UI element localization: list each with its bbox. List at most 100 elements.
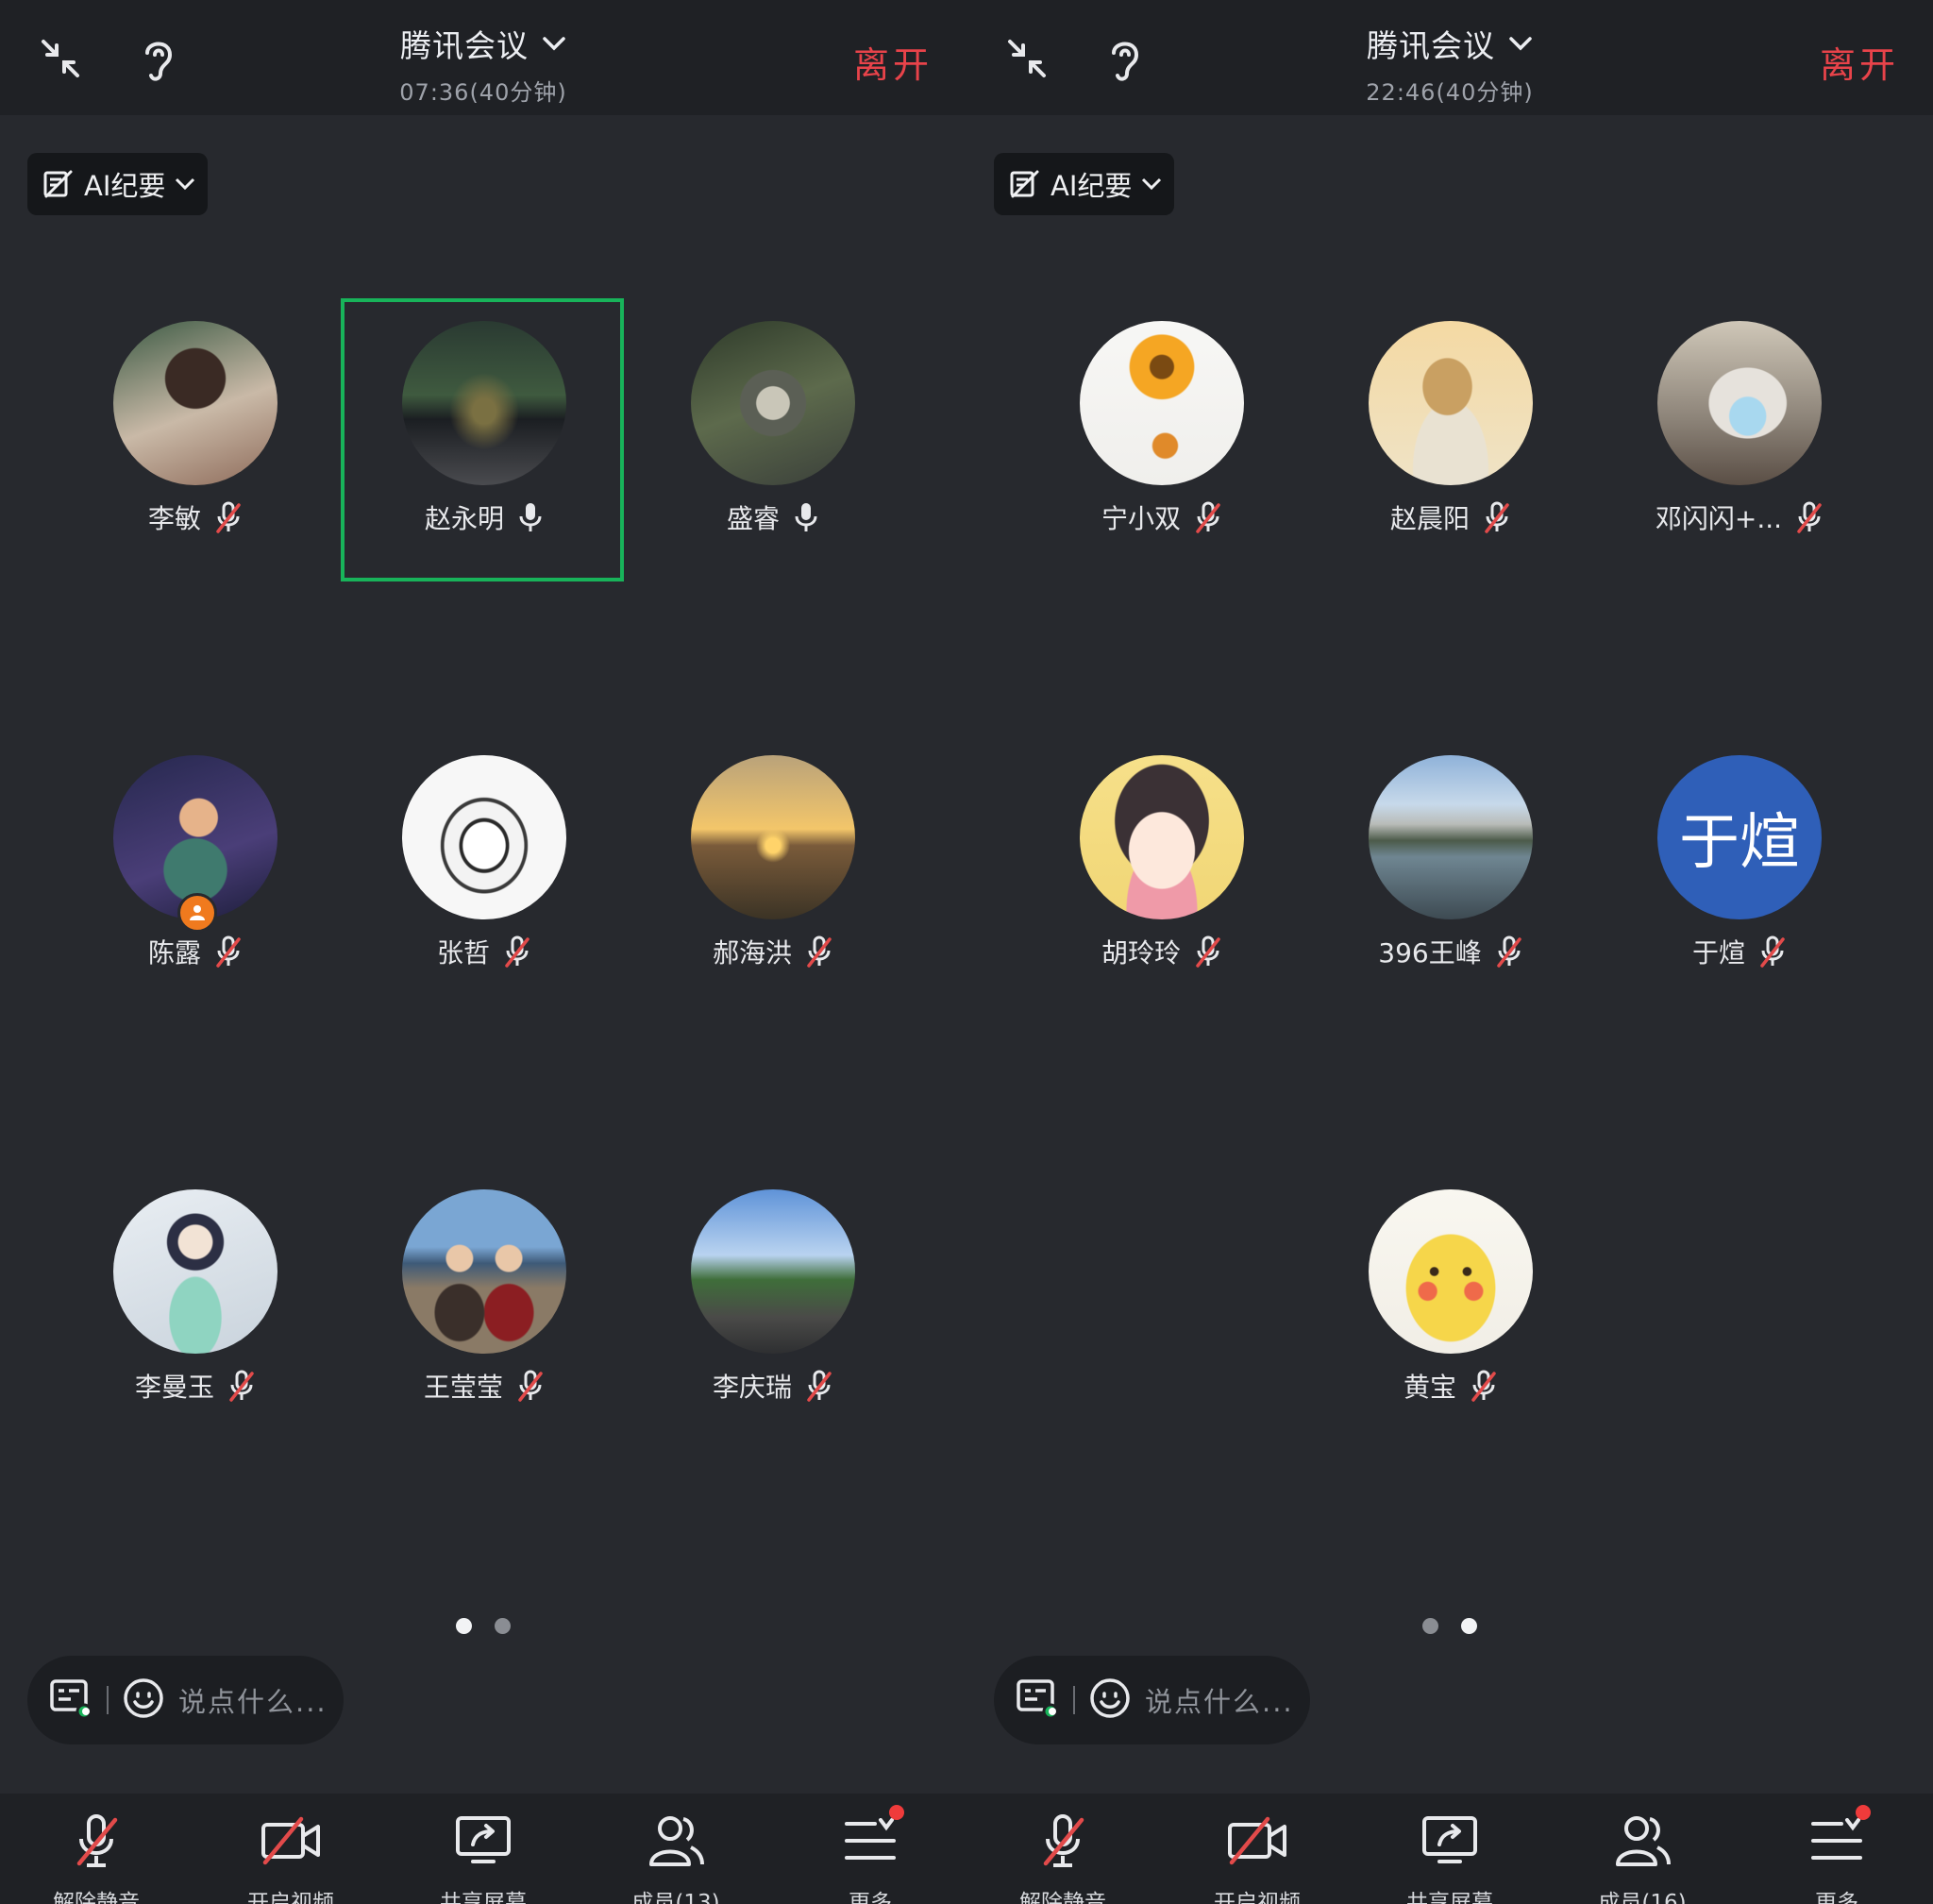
meeting-title-text: 腾讯会议: [1367, 27, 1495, 64]
unmute-label: 解除静音: [1019, 1891, 1106, 1904]
avatar: [1080, 321, 1244, 485]
avatar: [113, 1189, 277, 1354]
page-dot[interactable]: [1422, 1618, 1438, 1634]
meeting-screen-2: 腾讯会议 22:46(40分钟) 离开 AI纪要 宁小双 赵晨阳 邓闪闪+...…: [966, 0, 1933, 1904]
more-button[interactable]: 更多: [804, 1805, 936, 1904]
start-video-label: 开启视频: [247, 1891, 334, 1904]
share-screen-button[interactable]: 共享屏幕: [1384, 1811, 1516, 1904]
more-button[interactable]: 更多: [1771, 1805, 1903, 1904]
participant-name: 陈露: [147, 937, 201, 969]
avatar: [1657, 321, 1822, 485]
page-dot-active[interactable]: [1461, 1618, 1477, 1634]
participant-name: 张哲: [436, 937, 490, 969]
avatar: [1369, 321, 1533, 485]
emoji-icon[interactable]: [122, 1677, 165, 1724]
mic-muted-icon: [1471, 1370, 1496, 1402]
leave-button[interactable]: 离开: [1820, 36, 1899, 88]
participant-tile[interactable]: 李曼玉: [34, 1169, 317, 1452]
unmute-button[interactable]: 解除静音: [30, 1811, 162, 1904]
more-label: 更多: [849, 1891, 892, 1904]
meeting-duration: 07:36(40分钟): [399, 79, 567, 106]
share-screen-icon: [456, 1816, 511, 1863]
meeting-screen-1: 腾讯会议 07:36(40分钟) 离开 AI纪要 李敏 赵永明 盛睿 陈露 张哲…: [0, 0, 966, 1904]
mic-muted-icon: [229, 1370, 254, 1402]
members-button[interactable]: 成员(13): [610, 1811, 742, 1904]
mic-muted-icon: [1485, 501, 1509, 533]
participant-name: 赵永明: [424, 503, 504, 534]
emoji-icon[interactable]: [1088, 1677, 1132, 1724]
avatar: [402, 321, 566, 485]
participant-tile[interactable]: 李敏: [34, 300, 317, 583]
members-label: 成员(13): [631, 1891, 720, 1904]
members-icon: [1616, 1816, 1671, 1866]
bottom-toolbar: 解除静音 开启视频 共享屏幕 成员(16) 更多: [966, 1794, 1933, 1904]
share-screen-button[interactable]: 共享屏幕: [417, 1811, 549, 1904]
ai-summary-label: AI纪要: [1051, 170, 1133, 202]
participant-tile[interactable]: 宁小双: [1000, 300, 1284, 583]
meeting-title-text: 腾讯会议: [400, 27, 529, 64]
meeting-title[interactable]: 腾讯会议: [1367, 21, 1533, 66]
avatar: [402, 755, 566, 919]
page-indicator[interactable]: [0, 1618, 966, 1634]
ai-summary-button[interactable]: AI纪要: [994, 153, 1174, 215]
avatar-text: 于煊: [1657, 755, 1822, 919]
mic-muted-icon: [505, 935, 529, 968]
participant-name: 盛睿: [726, 503, 780, 534]
video-off-icon: [261, 1816, 320, 1865]
participant-tile[interactable]: 郝海洪: [612, 734, 895, 1018]
participant-tile[interactable]: 于煊 于煊: [1578, 734, 1861, 1018]
participant-tile[interactable]: 陈露: [34, 734, 317, 1018]
mic-muted-icon: [1797, 501, 1822, 533]
participant-tile[interactable]: 赵晨阳: [1289, 300, 1572, 583]
meeting-title[interactable]: 腾讯会议: [400, 21, 566, 66]
avatar: [691, 755, 855, 919]
ai-summary-label: AI纪要: [84, 170, 166, 202]
chat-input[interactable]: 说点什么...: [994, 1656, 1310, 1744]
unmute-label: 解除静音: [53, 1891, 140, 1904]
mic-muted-icon: [807, 935, 832, 968]
more-label: 更多: [1815, 1891, 1858, 1904]
chevron-down-icon: [543, 37, 565, 51]
chat-input[interactable]: 说点什么...: [27, 1656, 344, 1744]
participant-tile[interactable]: 黄宝: [1289, 1169, 1572, 1452]
participant-name: 胡玲玲: [1101, 937, 1181, 969]
avatar-initials: 于煊: [1679, 808, 1800, 878]
participant-tile[interactable]: 张哲: [323, 734, 606, 1018]
mic-muted-icon: [1196, 501, 1220, 533]
page-dot[interactable]: [495, 1618, 511, 1634]
participant-name: 李庆瑞: [712, 1372, 792, 1403]
divider: [1073, 1686, 1075, 1714]
participant-name: 王莹莹: [423, 1372, 503, 1403]
participant-tile[interactable]: 胡玲玲: [1000, 734, 1284, 1018]
mic-on-icon: [795, 503, 817, 531]
leave-button[interactable]: 离开: [853, 36, 933, 88]
chevron-down-icon: [1509, 37, 1532, 51]
participant-tile[interactable]: 邓闪闪+...: [1578, 300, 1861, 583]
subtitles-icon[interactable]: [48, 1676, 93, 1725]
share-screen-icon: [1422, 1816, 1477, 1863]
mic-muted-icon: [216, 935, 241, 968]
participant-name: 赵晨阳: [1389, 503, 1470, 534]
mic-muted-icon: [1196, 935, 1220, 968]
subtitles-icon[interactable]: [1015, 1676, 1060, 1725]
participant-tile[interactable]: 李庆瑞: [612, 1169, 895, 1452]
page-indicator[interactable]: [966, 1618, 1933, 1634]
ai-notes-icon: [43, 170, 73, 198]
participant-tile[interactable]: 盛睿: [612, 300, 895, 583]
share-screen-label: 共享屏幕: [1406, 1891, 1493, 1904]
avatar: [1080, 755, 1244, 919]
start-video-label: 开启视频: [1214, 1891, 1301, 1904]
ai-summary-button[interactable]: AI纪要: [27, 153, 208, 215]
participant-tile-speaking[interactable]: 赵永明: [323, 300, 606, 583]
start-video-button[interactable]: 开启视频: [1191, 1811, 1323, 1904]
unmute-button[interactable]: 解除静音: [997, 1811, 1129, 1904]
notification-dot: [1856, 1805, 1871, 1820]
unmute-icon: [1043, 1814, 1084, 1867]
start-video-button[interactable]: 开启视频: [225, 1811, 357, 1904]
participant-name: 396王峰: [1378, 937, 1482, 969]
members-button[interactable]: 成员(16): [1576, 1811, 1708, 1904]
participant-tile[interactable]: 396王峰: [1289, 734, 1572, 1018]
page-dot-active[interactable]: [456, 1618, 472, 1634]
participant-tile[interactable]: 王莹莹: [323, 1169, 606, 1452]
participant-name: 李敏: [147, 503, 201, 534]
